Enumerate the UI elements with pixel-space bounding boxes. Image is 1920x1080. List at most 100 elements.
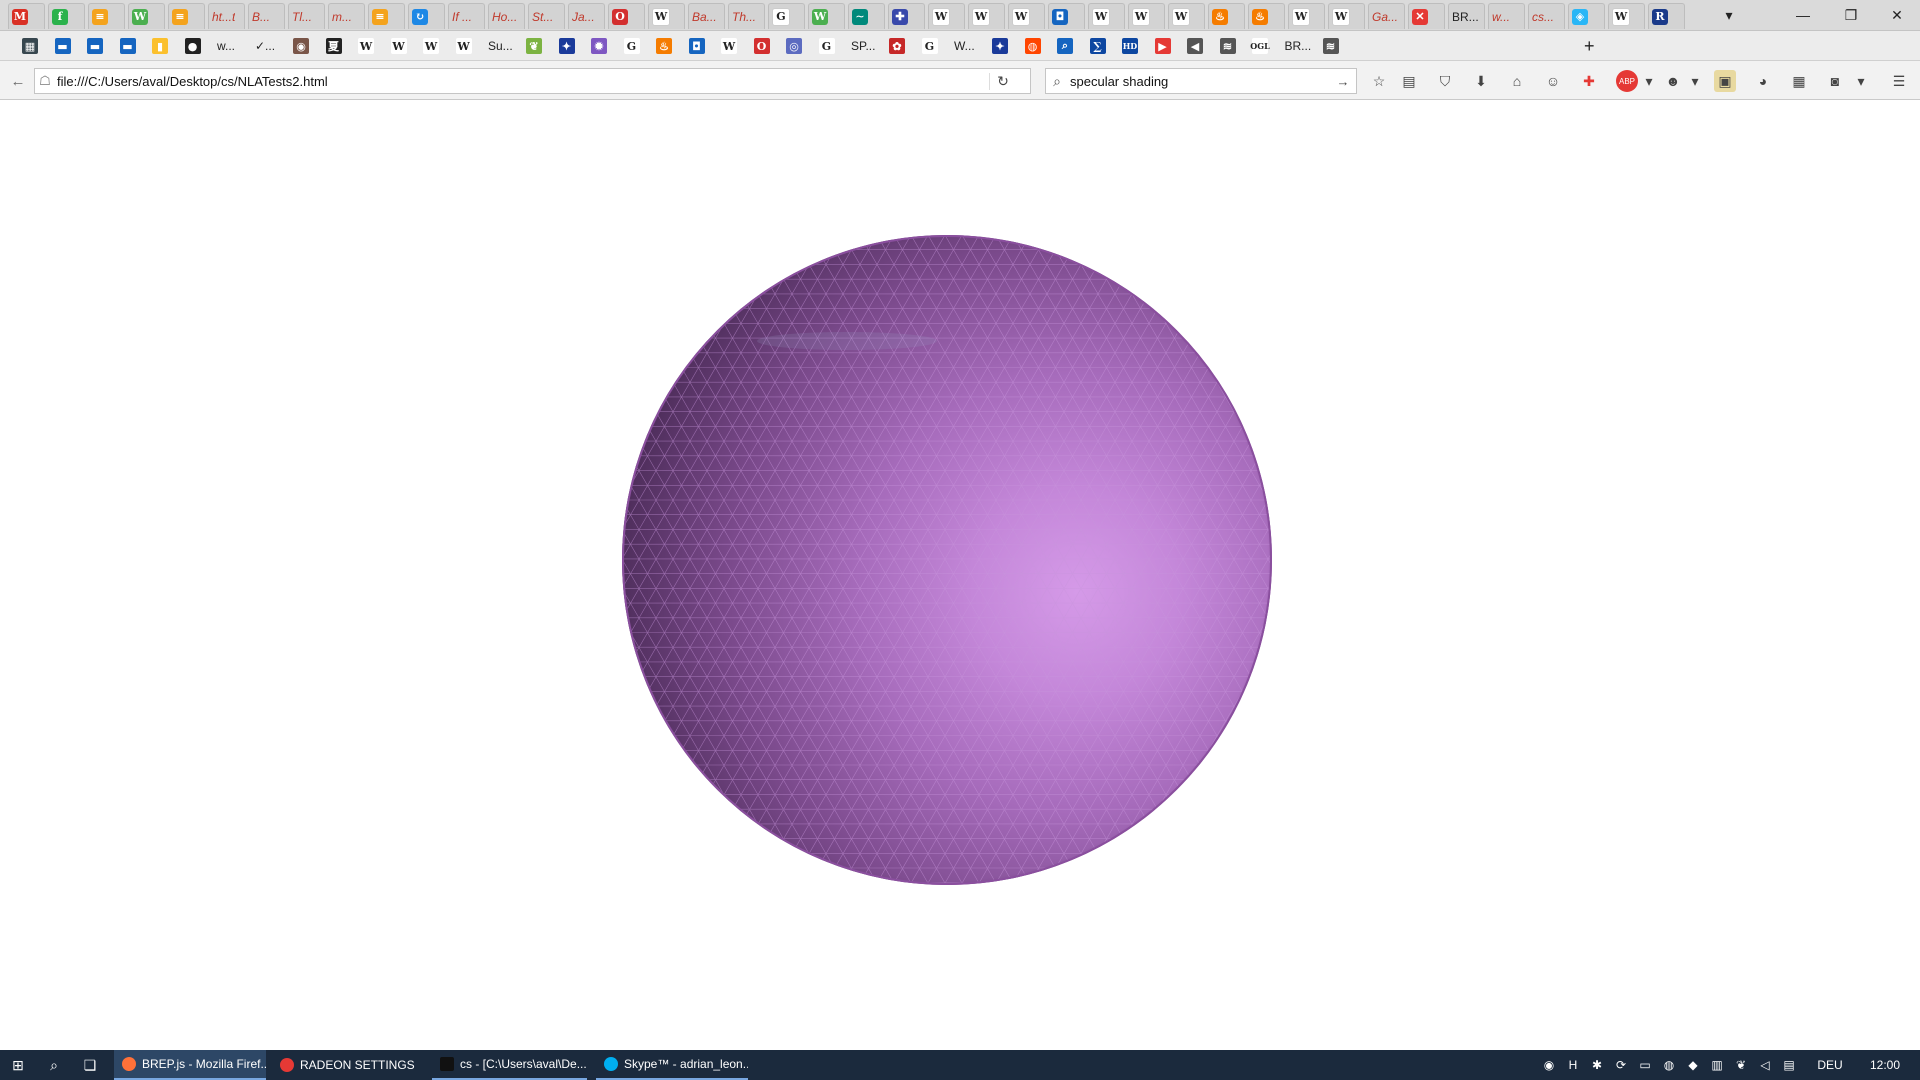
bookmark-item[interactable]: ✦ [992, 35, 1008, 57]
browser-tab[interactable]: f [48, 3, 85, 29]
browser-tab[interactable]: W [1608, 3, 1645, 29]
browser-tab[interactable]: Ga... [1368, 3, 1405, 29]
browser-tab[interactable]: w... [1488, 3, 1525, 29]
bookmark-item[interactable]: W... [954, 35, 975, 57]
bookmark-item[interactable]: W [455, 35, 472, 57]
browser-tab[interactable]: ↻ [408, 3, 445, 29]
tab-list-dropdown-icon[interactable]: ▾ [1714, 0, 1744, 30]
reader-list-icon[interactable]: ▤ [1398, 70, 1420, 92]
bookmark-item[interactable]: ▬ [87, 35, 103, 57]
tray-disk-icon[interactable]: ◍ [1658, 1050, 1680, 1080]
bookmark-item[interactable]: ▦ [22, 35, 38, 57]
bookmark-star-icon[interactable]: ☆ [1368, 70, 1390, 92]
browser-tab[interactable]: BR... [1448, 3, 1485, 29]
tray-bug-icon[interactable]: ✱ [1586, 1050, 1608, 1080]
bookmark-item[interactable]: Su... [488, 35, 513, 57]
site-identity-icon[interactable]: ☖ [35, 73, 55, 89]
browser-tab[interactable]: ✕ [1408, 3, 1445, 29]
bookmark-item[interactable]: ≋ [1219, 35, 1236, 57]
dropdown-icon[interactable]: ▾ [1684, 70, 1706, 92]
addon-red-icon[interactable]: ✚ [1578, 70, 1600, 92]
greasemonkey-icon[interactable]: ☻ [1662, 70, 1684, 92]
bookmark-item[interactable]: G [623, 35, 640, 57]
browser-tab[interactable]: ♨ [1248, 3, 1285, 29]
browser-tab[interactable]: W [1128, 3, 1165, 29]
bookmark-item[interactable]: O [753, 35, 770, 57]
browser-tab[interactable]: Ja... [568, 3, 605, 29]
bookmark-item[interactable]: ◀ [1187, 35, 1203, 57]
bookmark-item[interactable]: ◘ [688, 35, 705, 57]
browser-tab[interactable]: W [808, 3, 845, 29]
download-icon[interactable]: ⬇ [1470, 70, 1492, 92]
browser-tab[interactable]: m... [328, 3, 365, 29]
bookmark-item[interactable]: ✹ [591, 35, 607, 57]
bookmark-item[interactable]: W [423, 35, 439, 57]
tray-notification-icon[interactable]: ▤ [1778, 1050, 1800, 1080]
clock[interactable]: 12:00 [1860, 1050, 1910, 1080]
browser-tab[interactable]: R [1648, 3, 1685, 29]
bookmark-item[interactable]: BR... [1285, 35, 1312, 57]
browser-tab[interactable]: O [608, 3, 645, 29]
restore-window-icon[interactable]: ❐ [1828, 0, 1874, 30]
browser-tab[interactable]: St... [528, 3, 565, 29]
bookmark-item[interactable]: ▬ [119, 35, 136, 57]
browser-tab[interactable]: ∼ [848, 3, 885, 29]
bookmark-item[interactable]: ◎ [786, 35, 802, 57]
bookmark-item[interactable]: ❦ [526, 35, 542, 57]
browser-tab[interactable]: W [1088, 3, 1125, 29]
taskbar-app-button[interactable]: RADEON SETTINGS [272, 1050, 424, 1080]
taskbar-app-button[interactable]: cs - [C:\Users\aval\De... [432, 1050, 587, 1080]
bookmark-item[interactable]: G [818, 35, 835, 57]
browser-tab[interactable]: W [1288, 3, 1325, 29]
bookmark-item[interactable]: ✿ [889, 35, 905, 57]
browser-tab[interactable]: G [768, 3, 805, 29]
taskbar-app-button[interactable]: BREP.js - Mozilla Firef... [114, 1050, 266, 1080]
browser-tab[interactable]: Tl... [288, 3, 325, 29]
bookmark-item[interactable]: OGL [1250, 35, 1270, 57]
minimize-window-icon[interactable]: — [1780, 0, 1826, 30]
browser-tab[interactable]: Ho... [488, 3, 525, 29]
browser-tab[interactable]: M [8, 3, 45, 29]
task-view-icon[interactable]: ❏ [72, 1050, 108, 1080]
browser-tab[interactable]: ≡ [88, 3, 125, 29]
browser-tab[interactable]: ♨ [1208, 3, 1245, 29]
browser-tab[interactable]: W [1168, 3, 1205, 29]
bookmark-item[interactable]: ● [184, 35, 201, 57]
bookmark-item[interactable]: ▬ [54, 35, 71, 57]
bookmark-item[interactable]: ≋ [1322, 35, 1339, 57]
browser-tab[interactable]: If ... [448, 3, 485, 29]
browser-tab[interactable]: ◈ [1568, 3, 1605, 29]
browser-tab[interactable]: W [1008, 3, 1045, 29]
close-window-icon[interactable]: ✕ [1874, 0, 1920, 30]
chat-icon[interactable]: ☺ [1542, 70, 1564, 92]
search-go-icon[interactable]: → [1332, 74, 1354, 89]
browser-tab[interactable]: ht...t [208, 3, 245, 29]
browser-tab[interactable]: W [128, 3, 165, 29]
bookmark-item[interactable]: HD [1122, 35, 1138, 57]
qr-code-icon[interactable]: ▦ [1788, 70, 1810, 92]
tray-h-icon[interactable]: H [1562, 1050, 1584, 1080]
search-input[interactable] [1068, 70, 1332, 92]
tray-shield-icon[interactable]: ◆ [1682, 1050, 1704, 1080]
browser-tab[interactable]: ◘ [1048, 3, 1085, 29]
tray-volume-icon[interactable]: ◁ [1754, 1050, 1776, 1080]
taskbar-app-button[interactable]: Skype™ - adrian_leon... [596, 1050, 748, 1080]
reload-icon[interactable]: ↻ [989, 72, 1016, 90]
search-bar[interactable]: ⌕ → [1045, 68, 1357, 94]
start-windows-icon[interactable]: ⊞ [0, 1050, 36, 1080]
adblock-icon[interactable]: ABP [1616, 70, 1638, 92]
new-tab-plus-icon[interactable]: + [1584, 35, 1595, 57]
screenshot-icon[interactable]: ▣ [1714, 70, 1736, 92]
language-indicator[interactable]: DEU [1810, 1050, 1850, 1080]
pocket-icon[interactable]: ⛉ [1434, 70, 1456, 92]
tray-network-icon[interactable]: ▥ [1706, 1050, 1728, 1080]
tray-device-icon[interactable]: ▭ [1634, 1050, 1656, 1080]
browser-tab[interactable]: Ba... [688, 3, 725, 29]
bookmark-item[interactable]: ✓... [255, 35, 275, 57]
search-icon[interactable]: ⌕ [36, 1050, 72, 1080]
dropdown-icon[interactable]: ▾ [1638, 70, 1660, 92]
browser-tab[interactable]: ≡ [368, 3, 405, 29]
bookmark-item[interactable]: ◍ [1024, 35, 1041, 57]
browser-tab[interactable]: W [928, 3, 965, 29]
browser-tab[interactable]: ✚ [888, 3, 925, 29]
